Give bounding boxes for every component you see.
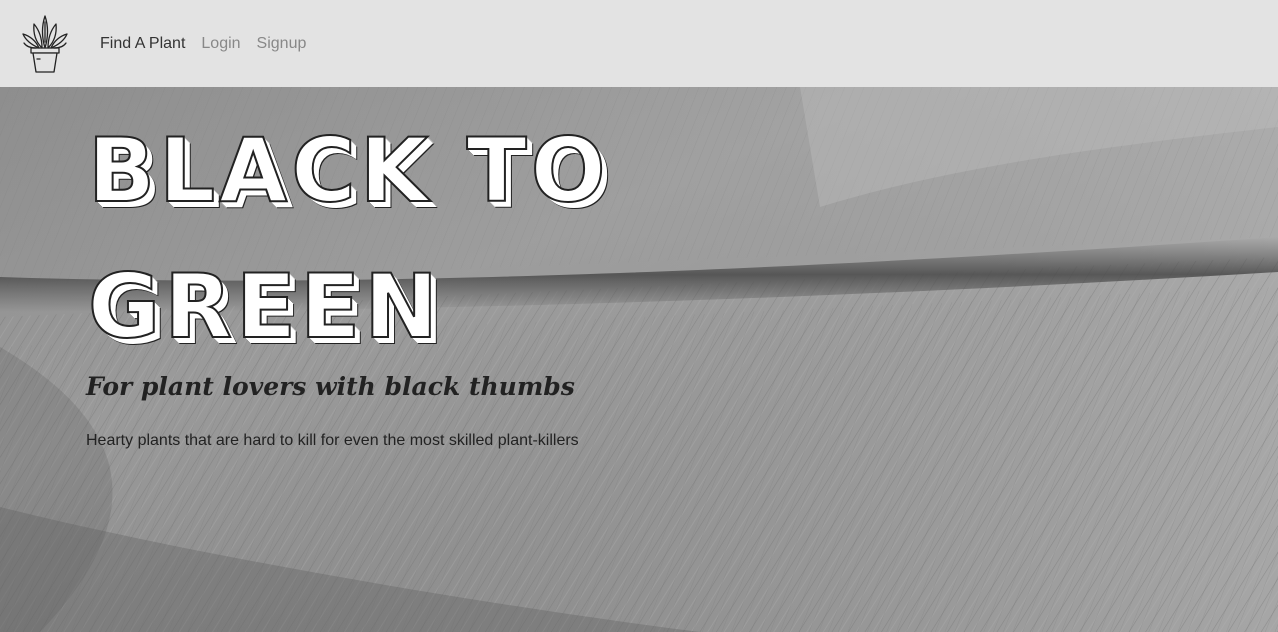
- nav-find-a-plant-link[interactable]: Find A Plant: [100, 34, 185, 54]
- nav-login-link[interactable]: Login: [201, 34, 240, 54]
- hero-title: BLACK TO GREEN: [87, 118, 610, 359]
- page: Find A Plant Login Signup BLACK TO GREEN…: [0, 0, 1278, 632]
- hero-section: BLACK TO GREEN For plant lovers with bla…: [0, 87, 1278, 632]
- navbar: Find A Plant Login Signup: [0, 0, 1278, 87]
- hero-description: Hearty plants that are hard to kill for …: [86, 432, 579, 449]
- hero-subtitle: For plant lovers with black thumbs: [86, 372, 575, 401]
- nav-signup-link[interactable]: Signup: [257, 34, 307, 54]
- potted-plant-icon[interactable]: [20, 12, 70, 74]
- nav-links: Find A Plant Login Signup: [100, 34, 306, 54]
